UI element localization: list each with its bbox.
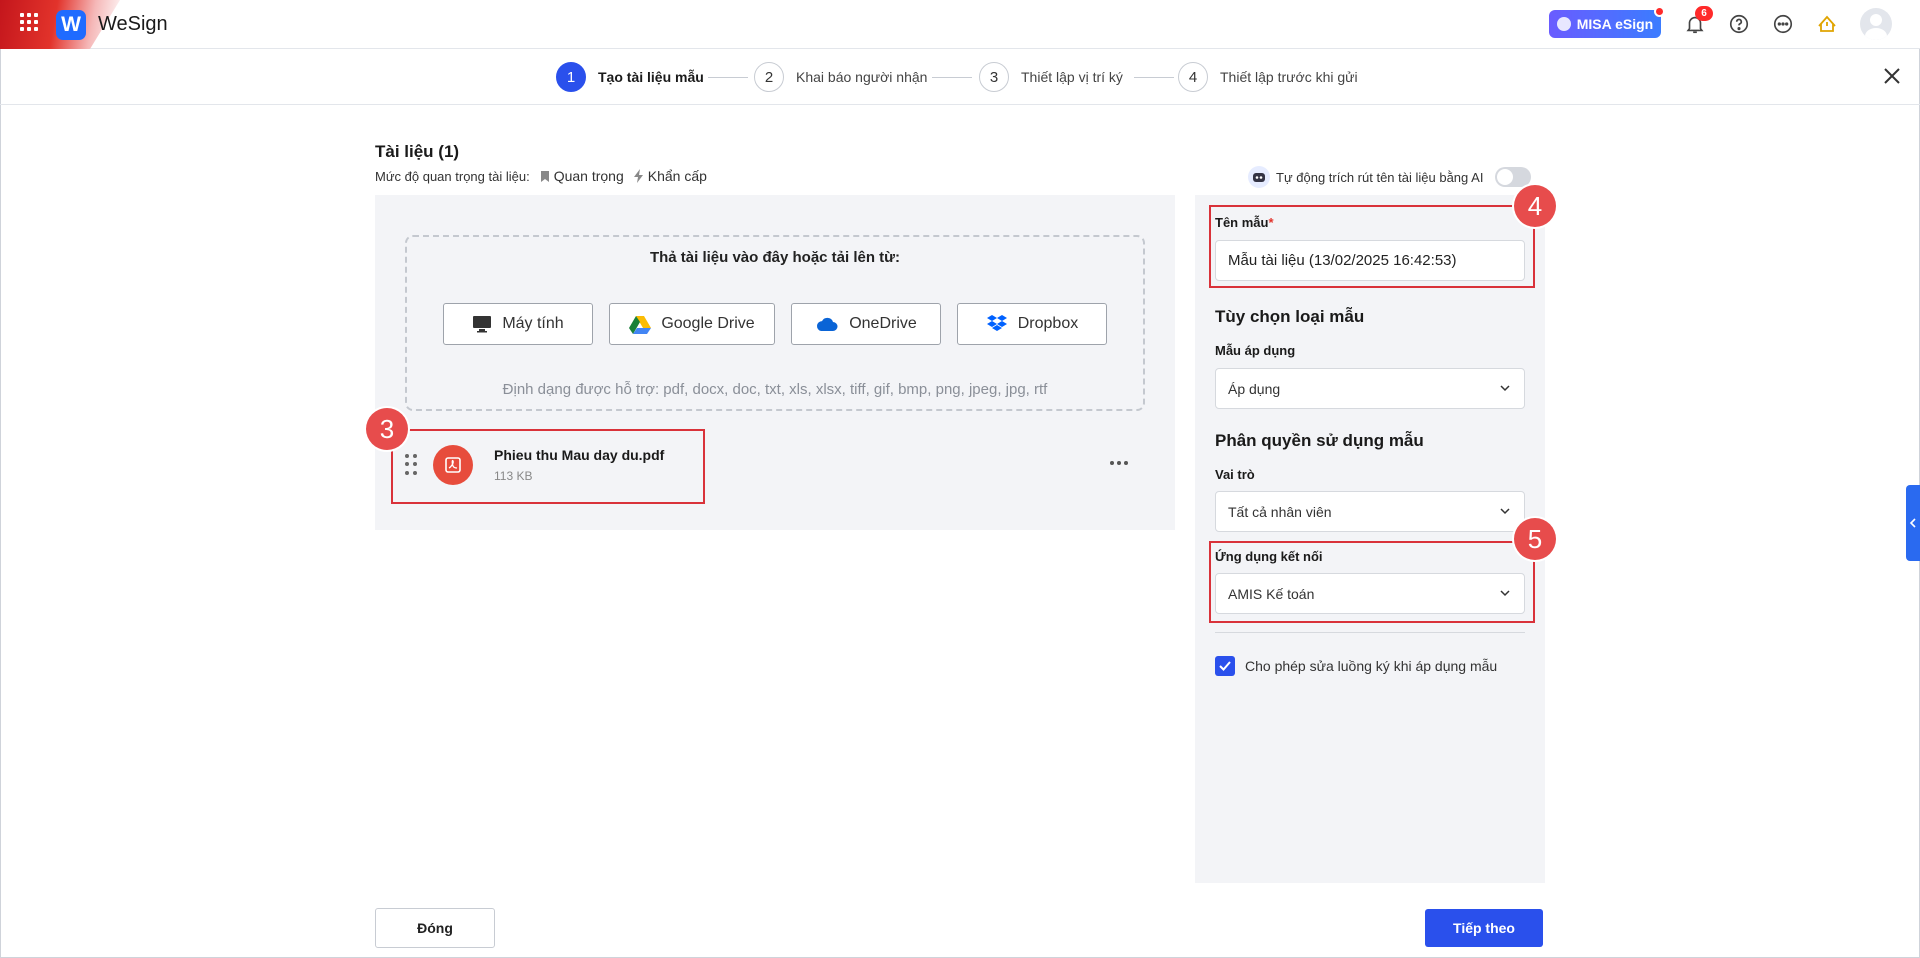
- panel-divider: [1215, 632, 1525, 633]
- chevron-down-icon: [1500, 385, 1510, 392]
- role-select[interactable]: Tất cả nhân viên: [1215, 491, 1525, 532]
- step-3[interactable]: 3 Thiết lập vị trí ký: [979, 62, 1123, 92]
- misa-logo-icon: [1556, 17, 1571, 31]
- top-bar: W WeSign MISA eSign 6: [0, 0, 1920, 49]
- close-icon[interactable]: [1880, 64, 1904, 88]
- step-label: Thiết lập trước khi gửi: [1220, 69, 1358, 85]
- step-number: 4: [1178, 62, 1208, 92]
- announcement-icon[interactable]: [1814, 11, 1840, 37]
- help-icon[interactable]: [1726, 11, 1752, 37]
- wesign-logo-icon: W: [56, 10, 86, 40]
- dropzone-title: Thả tài liệu vào đây hoặc tải lên từ:: [649, 249, 901, 266]
- side-panel-toggle[interactable]: [1906, 485, 1920, 561]
- step-connector: [708, 77, 748, 78]
- upload-onedrive-button[interactable]: OneDrive: [791, 303, 941, 345]
- role-value: Tất cả nhân viên: [1228, 503, 1332, 520]
- chevron-down-icon: [1500, 508, 1510, 515]
- annotation-badge-4: 4: [1514, 185, 1556, 227]
- upload-computer-button[interactable]: Máy tính: [443, 303, 593, 345]
- priority-important-label: Quan trọng: [553, 168, 624, 184]
- ai-extract-label: Tự động trích rút tên tài liệu bằng AI: [1276, 169, 1484, 185]
- annotation-box-4: [1209, 205, 1535, 288]
- upload-computer-label: Máy tính: [502, 315, 564, 332]
- step-connector: [1134, 77, 1174, 78]
- upload-onedrive-label: OneDrive: [849, 315, 917, 332]
- annotation-badge-3: 3: [366, 408, 408, 450]
- misa-esign-label: MISA eSign: [1576, 16, 1654, 32]
- priority-row: Mức độ quan trọng tài liệu: Quan trọng K…: [375, 168, 707, 184]
- step-label: Thiết lập vị trí ký: [1021, 69, 1123, 85]
- allow-edit-label: Cho phép sửa luồng ký khi áp dụng mẫu: [1245, 658, 1498, 674]
- upload-google-drive-label: Google Drive: [661, 315, 755, 332]
- step-2[interactable]: 2 Khai báo người nhận: [754, 62, 927, 92]
- step-label: Tạo tài liệu mẫu: [598, 69, 704, 85]
- lightning-icon: [633, 169, 643, 183]
- allow-edit-row[interactable]: Cho phép sửa luồng ký khi áp dụng mẫu: [1215, 656, 1497, 676]
- step-number: 1: [556, 62, 586, 92]
- allow-edit-checkbox[interactable]: [1215, 656, 1235, 676]
- upload-dropbox-label: Dropbox: [1017, 315, 1079, 332]
- apps-grid-icon[interactable]: [20, 13, 38, 31]
- onedrive-icon: [817, 317, 838, 331]
- brand-name: WeSign: [98, 13, 168, 35]
- step-number: 3: [979, 62, 1009, 92]
- priority-label: Mức độ quan trọng tài liệu:: [375, 168, 530, 184]
- apply-template-select[interactable]: Áp dụng: [1215, 368, 1525, 409]
- step-4[interactable]: 4 Thiết lập trước khi gửi: [1178, 62, 1358, 92]
- misa-esign-button[interactable]: MISA eSign: [1549, 6, 1665, 38]
- file-dropzone[interactable]: Thả tài liệu vào đây hoặc tải lên từ: Má…: [405, 235, 1145, 411]
- user-avatar[interactable]: [1860, 8, 1892, 40]
- ai-extract-row: Tự động trích rút tên tài liệu bằng AI: [1248, 166, 1532, 188]
- step-1[interactable]: 1 Tạo tài liệu mẫu: [556, 62, 704, 92]
- chevron-left-icon: [1909, 518, 1916, 528]
- annotation-badge-5: 5: [1514, 518, 1556, 560]
- priority-urgent-option[interactable]: Khẩn cấp: [633, 168, 707, 184]
- close-button[interactable]: Đóng: [375, 908, 495, 948]
- step-connector: [932, 77, 972, 78]
- more-icon[interactable]: [1770, 11, 1796, 37]
- permission-section: Phân quyền sử dụng mẫu: [1215, 431, 1424, 450]
- apply-template-label: Mẫu áp dụng: [1215, 343, 1296, 358]
- upload-dropbox-button[interactable]: Dropbox: [957, 303, 1107, 345]
- ai-extract-toggle[interactable]: [1495, 167, 1532, 187]
- google-drive-icon: [629, 315, 652, 334]
- upload-google-drive-button[interactable]: Google Drive: [609, 303, 775, 345]
- template-settings-panel: Tên mẫu* Mẫu tài liệu (13/02/2025 16:42:…: [1195, 195, 1545, 883]
- annotation-box-5: [1209, 541, 1535, 623]
- step-number: 2: [754, 62, 784, 92]
- dropbox-icon: [986, 315, 1007, 331]
- next-button[interactable]: Tiếp theo: [1425, 909, 1543, 947]
- misa-badge-dot: [1654, 6, 1665, 17]
- role-label: Vai trò: [1215, 467, 1255, 482]
- documents-title: Tài liệu (1): [375, 142, 460, 161]
- template-type-section: Tùy chọn loại mẫu: [1215, 307, 1365, 326]
- monitor-icon: [473, 316, 492, 333]
- priority-important-option[interactable]: Quan trọng: [540, 168, 624, 184]
- file-more-icon[interactable]: [1110, 461, 1128, 465]
- priority-urgent-label: Khẩn cấp: [647, 168, 707, 184]
- apply-template-value: Áp dụng: [1228, 380, 1281, 397]
- wizard-stepper: 1 Tạo tài liệu mẫu 2 Khai báo người nhận…: [0, 49, 1920, 105]
- supported-formats: Định dạng được hỗ trợ: pdf, docx, doc, t…: [502, 381, 1048, 398]
- bookmark-icon: [540, 170, 549, 182]
- step-label: Khai báo người nhận: [796, 69, 928, 85]
- annotation-box-3: [391, 429, 705, 504]
- notification-count-badge: 6: [1695, 6, 1713, 21]
- ai-robot-icon: [1248, 166, 1270, 188]
